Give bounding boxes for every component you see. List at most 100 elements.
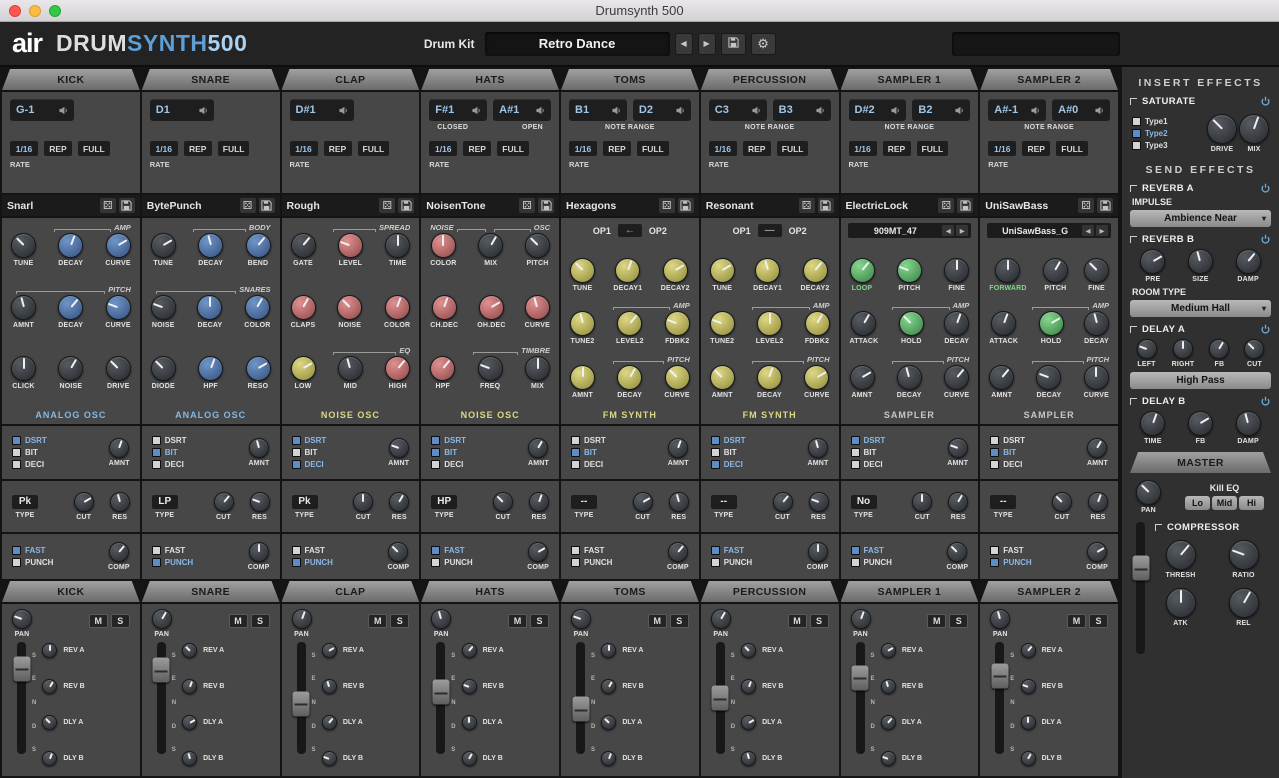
knob-dly-b[interactable]	[741, 751, 756, 766]
knob-pan[interactable]: PAN	[292, 609, 312, 638]
knob-rev-a[interactable]	[182, 643, 197, 658]
option-punch[interactable]: PUNCH	[851, 558, 892, 567]
save-preset-icon[interactable]	[538, 198, 554, 213]
preset-name[interactable]: NoisenTone	[426, 200, 516, 212]
knob-decay[interactable]: DECAY	[617, 365, 642, 399]
delay-a-mode-select[interactable]: High Pass	[1130, 372, 1271, 389]
option-deci[interactable]: DECI	[431, 460, 466, 469]
knob-mix[interactable]: MIX	[1239, 114, 1269, 153]
repeat-button[interactable]: REP	[44, 141, 72, 156]
knob-diode[interactable]: DIODE	[151, 356, 176, 390]
knob-rev-a[interactable]	[1021, 643, 1036, 658]
knob-noise[interactable]: NOISE	[337, 295, 362, 329]
knob-amnt[interactable]: AMNT	[570, 365, 595, 399]
knob-master-pan[interactable]: PAN	[1136, 480, 1161, 514]
knob-amnt[interactable]: AMNT	[388, 438, 409, 467]
knob-bend[interactable]: BEND	[246, 233, 271, 267]
knob-hpf[interactable]: HPF	[430, 356, 455, 390]
knob-tune[interactable]: TUNE	[710, 258, 735, 292]
mute-button[interactable]: M	[508, 614, 527, 628]
knob-res[interactable]: RES	[529, 492, 549, 521]
preset-name[interactable]: ElectricLock	[846, 200, 936, 212]
option-bit[interactable]: BIT	[431, 448, 466, 457]
option-fast[interactable]: FAST	[431, 546, 472, 555]
note-button[interactable]: F#1	[429, 99, 487, 121]
knob-pan[interactable]: PAN	[152, 609, 172, 638]
option-punch[interactable]: PUNCH	[431, 558, 472, 567]
knob-pan[interactable]: PAN	[431, 609, 451, 638]
knob-res[interactable]: RES	[948, 492, 968, 521]
rate-value-button[interactable]: 1/16	[290, 141, 318, 156]
knob-amnt[interactable]: AMNT	[947, 438, 968, 467]
knob-color[interactable]: COLOR	[244, 295, 270, 329]
kit-selector[interactable]: Retro Dance	[485, 32, 670, 56]
knob-damp[interactable]: DAMP	[1236, 411, 1261, 445]
channel-tab-sampler-2[interactable]: SAMPLER 2	[980, 69, 1118, 90]
knob-tune[interactable]: TUNE	[570, 258, 595, 292]
knob-tune[interactable]: TUNE	[151, 233, 176, 267]
eq-mid-button[interactable]: Mid	[1212, 496, 1237, 510]
option-bit[interactable]: BIT	[12, 448, 47, 457]
knob-fb[interactable]: FB	[1209, 339, 1229, 368]
random-icon[interactable]: ⚄	[240, 198, 256, 213]
knob-dly-a[interactable]	[182, 715, 197, 730]
channel-tab-hats[interactable]: HATS	[421, 69, 559, 90]
save-preset-icon[interactable]	[119, 198, 135, 213]
knob-res[interactable]: RES	[669, 492, 689, 521]
channel-tab-sampler-1[interactable]: SAMPLER 1	[841, 69, 979, 90]
knob-curve[interactable]: CURVE	[804, 365, 829, 399]
option-fast[interactable]: FAST	[152, 546, 193, 555]
knob-reso[interactable]: RESO	[246, 356, 271, 390]
reverb-a-power-button[interactable]	[1260, 183, 1271, 194]
option-bit[interactable]: BIT	[711, 448, 746, 457]
note-button[interactable]: D#2	[849, 99, 907, 121]
knob-res[interactable]: RES	[250, 492, 270, 521]
save-preset-icon[interactable]	[818, 198, 834, 213]
solo-button[interactable]: S	[111, 614, 130, 628]
option-dsrt[interactable]: DSRT	[431, 436, 466, 445]
rate-value-button[interactable]: 1/16	[988, 141, 1016, 156]
kit-prev-button[interactable]: ◀	[675, 33, 693, 55]
knob-low[interactable]: LOW	[291, 356, 316, 390]
random-icon[interactable]: ⚄	[379, 198, 395, 213]
volume-fader[interactable]	[716, 642, 725, 754]
knob-res[interactable]: RES	[389, 492, 409, 521]
rate-value-button[interactable]: 1/16	[10, 141, 38, 156]
knob-amnt[interactable]: AMNT	[668, 438, 689, 467]
repeat-button[interactable]: REP	[743, 141, 771, 156]
mute-button[interactable]: M	[1067, 614, 1086, 628]
rate-value-button[interactable]: 1/16	[150, 141, 178, 156]
option-bit[interactable]: BIT	[990, 448, 1025, 457]
volume-fader[interactable]	[856, 642, 865, 754]
save-preset-icon[interactable]	[398, 198, 414, 213]
knob-decay[interactable]: DECAY	[1036, 365, 1061, 399]
knob-dly-a[interactable]	[881, 715, 896, 730]
repeat-button[interactable]: REP	[184, 141, 212, 156]
reverb-b-power-button[interactable]	[1260, 234, 1271, 245]
knob-attack[interactable]: ATTACK	[989, 311, 1018, 345]
knob-dly-a[interactable]	[322, 715, 337, 730]
option-fast[interactable]: FAST	[851, 546, 892, 555]
knob-decay2[interactable]: DECAY2	[801, 258, 830, 292]
filter-type-button[interactable]: --	[990, 495, 1016, 509]
knob-rev-b[interactable]	[462, 679, 477, 694]
knob-decay1[interactable]: DECAY1	[753, 258, 782, 292]
knob-curve[interactable]: CURVE	[105, 233, 130, 267]
eq-lo-button[interactable]: Lo	[1185, 496, 1210, 510]
knob-rev-b[interactable]	[322, 679, 337, 694]
knob-tune2[interactable]: TUNE2	[710, 311, 735, 345]
knob-res[interactable]: RES	[809, 492, 829, 521]
channel-tab-toms[interactable]: TOMS	[561, 69, 699, 90]
knob-rev-b[interactable]	[741, 679, 756, 694]
knob-decay[interactable]: DECAY	[897, 365, 922, 399]
option-deci[interactable]: DECI	[990, 460, 1025, 469]
full-button[interactable]: FULL	[777, 141, 809, 156]
note-button[interactable]: A#1	[493, 99, 551, 121]
knob-rev-a[interactable]	[42, 643, 57, 658]
knob-pitch[interactable]: PITCH	[1043, 258, 1068, 292]
option-dsrt[interactable]: DSRT	[851, 436, 886, 445]
option-punch[interactable]: PUNCH	[571, 558, 612, 567]
preset-name[interactable]: Hexagons	[566, 200, 656, 212]
knob-rev-a[interactable]	[462, 643, 477, 658]
mute-button[interactable]: M	[648, 614, 667, 628]
